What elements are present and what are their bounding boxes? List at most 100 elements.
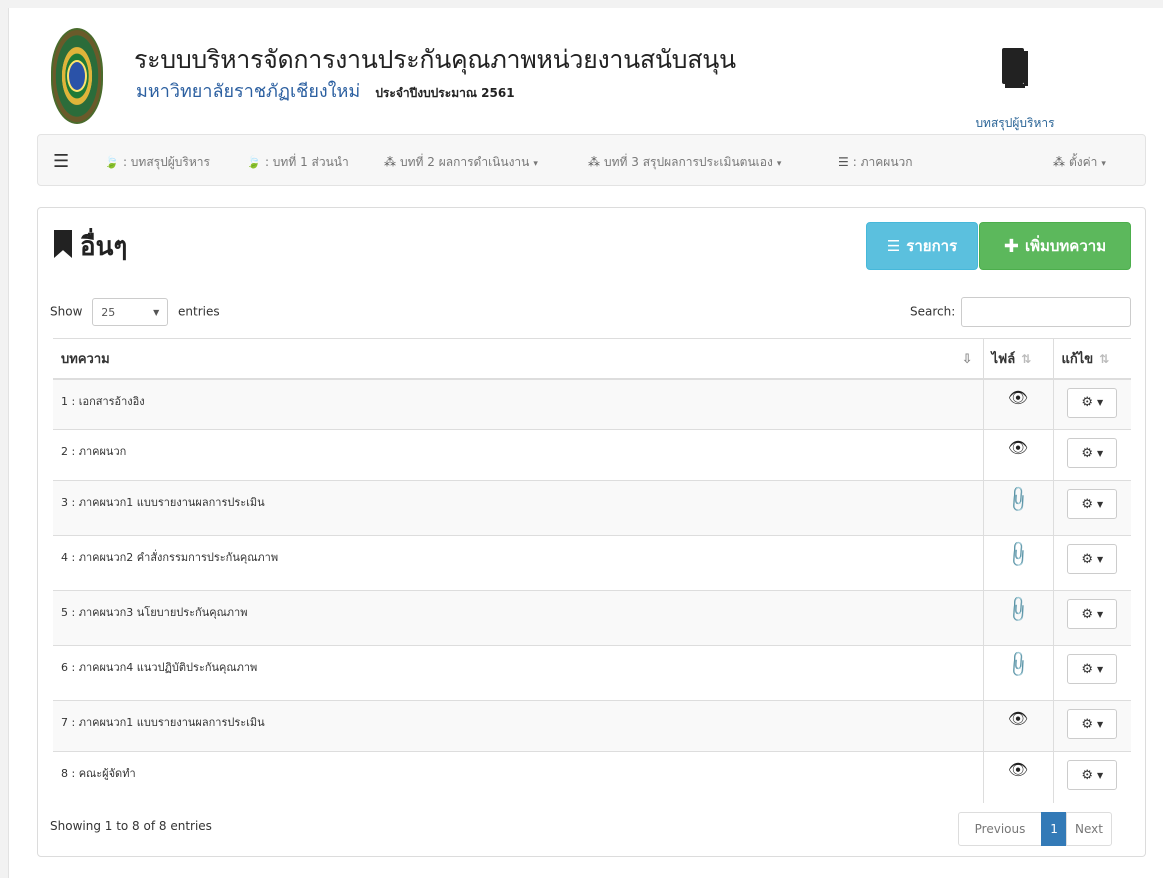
table-row: 2 : ภาคผนวก 👁 ⚙ ▼ [53,429,1131,481]
gear-icon: ⚙ [1081,551,1093,567]
sort-icon: ⇩ [961,352,973,367]
file-cell: 👁 [982,378,1053,430]
paperclip-icon[interactable]: 📎 [1003,649,1034,680]
list-button[interactable]: ☰ รายการ [866,222,978,270]
gear-dropdown-button[interactable]: ⚙ ▼ [1067,544,1118,574]
table-row: 8 : คณะผู้จัดทำ 👁 ⚙ ▼ [53,751,1131,803]
main-nav: ☰ 🍃: บทสรุปผู้บริหาร 🍃: บทที่ 1 ส่วนนำ ⁂… [37,134,1146,186]
edit-cell: ⚙ ▼ [1052,480,1131,536]
search-box: Search: [910,297,1132,327]
file-cell: 📎 [982,535,1053,591]
content-panel: อื่นๆ ☰ รายการ ✚ เพิ่มบทความ Show 25 ▼ e… [37,207,1146,857]
fiscal-year: ประจำปีงบประมาณ 2561 [375,86,515,100]
gear-icon: ⚙ [1081,606,1093,622]
edit-cell: ⚙ ▼ [1052,429,1131,481]
book-icon [1002,48,1028,88]
leaf-icon: 🍃 [104,155,119,169]
gear-dropdown-button[interactable]: ⚙ ▼ [1067,709,1118,739]
edit-cell: ⚙ ▼ [1052,590,1131,646]
page-1-button[interactable]: 1 [1041,812,1067,846]
chevron-down-icon: ▼ [1097,609,1104,619]
articles-table: บทความ ⇩ ไฟล์ ⇅ แก้ไข ⇅ 1 : เอกสารอ้างอิง … [53,338,1131,803]
file-cell: 📎 [982,590,1053,646]
article-name[interactable]: 2 : ภาคผนวก [53,429,983,481]
entries-length: Show 25 ▼ entries [50,298,220,326]
bookmark-icon [54,230,72,258]
file-cell: 👁 [982,429,1053,481]
article-name[interactable]: 6 : ภาคผนวก4 แนวปฏิบัติประกันคุณภาพ [53,645,983,701]
sort-icon: ⇅ [1021,351,1032,366]
gear-icon: ⚙ [1081,496,1093,512]
article-name[interactable]: 1 : เอกสารอ้างอิง [53,378,983,430]
table-row: 7 : ภาคผนวก1 แบบรายงานผลการประเมิน 👁 ⚙ ▼ [53,700,1131,752]
chevron-down-icon: ▼ [1097,664,1104,674]
list-icon: ☰ [886,237,901,255]
edit-cell: ⚙ ▼ [1052,751,1131,803]
nav-item-settings[interactable]: ⁂ ตั้งค่า ▾ [1053,153,1106,172]
column-header-edit[interactable]: แก้ไข ⇅ [1052,338,1131,380]
gear-dropdown-button[interactable]: ⚙ ▼ [1067,760,1118,790]
gear-icon: ⚙ [1081,445,1093,461]
paperclip-icon[interactable]: 📎 [1003,539,1034,570]
article-name[interactable]: 4 : ภาคผนวก2 คำสั่งกรรมการประกันคุณภาพ [53,535,983,591]
eye-slash-icon: 👁 [1007,387,1029,407]
university-logo [51,28,103,124]
eye-slash-icon: 👁 [1007,709,1029,728]
nav-item-chapter-2[interactable]: ⁂ บทที่ 2 ผลการดำเนินงาน ▾ [384,153,538,172]
gear-icon: ⚙ [1081,661,1093,677]
sort-icon: ⇅ [1099,351,1110,366]
gear-dropdown-button[interactable]: ⚙ ▼ [1067,599,1118,629]
article-name[interactable]: 8 : คณะผู้จัดทำ [53,751,983,803]
pagination: Previous 1 Next [958,812,1112,846]
exec-summary-link[interactable]: บทสรุปผู้บริหาร [967,48,1063,133]
list-icon: ☰ [838,155,849,169]
chevron-down-icon: ▾ [1101,159,1106,169]
panel-title: อื่นๆ [54,226,127,267]
entries-select[interactable]: 25 ▼ [92,298,169,326]
file-cell: 👁 [982,700,1053,752]
exec-summary-label: บทสรุปผู้บริหาร [975,116,1055,130]
article-name[interactable]: 5 : ภาคผนวก3 นโยบายประกันคุณภาพ [53,590,983,646]
chevron-down-icon: ▼ [1097,398,1104,407]
table-row: 5 : ภาคผนวก3 นโยบายประกันคุณภาพ 📎 ⚙ ▼ [53,590,1131,646]
previous-page-button[interactable]: Previous [958,812,1042,846]
chevron-down-icon: ▼ [1097,448,1104,458]
header: ระบบบริหารจัดการงานประกันคุณภาพหน่วยงานส… [9,8,1163,133]
paperclip-icon[interactable]: 📎 [1003,594,1034,625]
table-row: 1 : เอกสารอ้างอิง 👁 ⚙ ▼ [53,378,1131,430]
table-row: 3 : ภาคผนวก1 แบบรายงานผลการประเมิน 📎 ⚙ ▼ [53,480,1131,536]
table-row: 6 : ภาคผนวก4 แนวปฏิบัติประกันคุณภาพ 📎 ⚙ ▼ [53,645,1131,701]
article-name[interactable]: 7 : ภาคผนวก1 แบบรายงานผลการประเมิน [53,700,983,752]
next-page-button[interactable]: Next [1066,812,1112,846]
nav-item-chapter-3[interactable]: ⁂ บทที่ 3 สรุปผลการประเมินตนเอง ▾ [588,153,781,172]
nav-item-chapter-1[interactable]: 🍃: บทที่ 1 ส่วนนำ [246,153,349,172]
site-subtitle: มหาวิทยาลัยราชภัฏเชียงใหม่ ประจำปีงบประม… [136,76,515,105]
gear-icon: ⚙ [1081,767,1093,783]
nav-item-exec-summary[interactable]: 🍃: บทสรุปผู้บริหาร [104,153,210,172]
edit-cell: ⚙ ▼ [1052,645,1131,701]
search-input[interactable] [961,297,1132,327]
gear-dropdown-button[interactable]: ⚙ ▼ [1067,438,1118,468]
chevron-down-icon: ▼ [1097,499,1104,509]
gear-dropdown-button[interactable]: ⚙ ▼ [1067,654,1118,684]
list-icon[interactable]: ☰ [53,151,69,172]
sitemap-icon: ⁂ [588,155,600,169]
plus-icon: ✚ [1003,235,1019,257]
nav-item-appendix[interactable]: ☰: ภาคผนวก [838,153,913,172]
article-name[interactable]: 3 : ภาคผนวก1 แบบรายงานผลการประเมิน [53,480,983,536]
gear-dropdown-button[interactable]: ⚙ ▼ [1067,489,1118,519]
chevron-down-icon: ▾ [533,159,538,169]
column-header-file[interactable]: ไฟล์ ⇅ [982,338,1053,380]
gear-dropdown-button[interactable]: ⚙ ▼ [1067,387,1118,418]
site-title: ระบบบริหารจัดการงานประกันคุณภาพหน่วยงานส… [134,45,736,74]
paperclip-icon[interactable]: 📎 [1003,484,1034,515]
eye-slash-icon: 👁 [1007,760,1029,779]
sitemap-icon: ⁂ [384,155,396,169]
gear-icon: ⚙ [1081,716,1093,732]
add-article-button[interactable]: ✚ เพิ่มบทความ [979,222,1131,270]
column-header-article[interactable]: บทความ ⇩ [53,338,983,380]
gear-icon: ⚙ [1081,395,1093,410]
chevron-down-icon: ▼ [1097,554,1104,564]
table-row: 4 : ภาคผนวก2 คำสั่งกรรมการประกันคุณภาพ 📎… [53,535,1131,591]
eye-slash-icon: 👁 [1007,438,1029,457]
